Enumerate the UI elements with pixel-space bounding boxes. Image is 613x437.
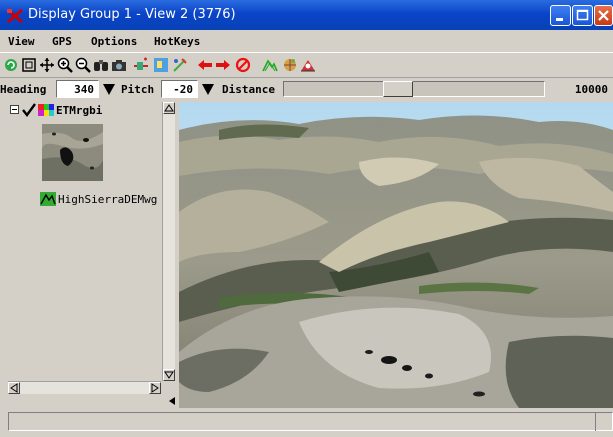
- app-icon: [7, 8, 23, 24]
- horizontal-scrollbar[interactable]: [8, 381, 161, 394]
- left-arrow-icon: [10, 383, 18, 393]
- layer-checkbox-icon[interactable]: [22, 103, 36, 117]
- heading-field[interactable]: 340: [56, 80, 99, 98]
- scroll-up-button[interactable]: [163, 102, 175, 114]
- scroll-left-button[interactable]: [8, 382, 20, 394]
- minimize-icon: [556, 18, 563, 21]
- close-icon: [598, 10, 609, 21]
- status-bar: [8, 412, 613, 431]
- up-arrow-icon: [164, 104, 174, 112]
- layer-thumbnail: [42, 124, 103, 181]
- layer-label[interactable]: HighSierraDEMwg: [58, 193, 157, 206]
- globe-icon[interactable]: [282, 57, 298, 73]
- distance-slider-thumb[interactable]: [382, 81, 413, 97]
- binoculars-icon[interactable]: [93, 57, 109, 73]
- rgb-raster-icon: [38, 104, 54, 116]
- pitch-field[interactable]: -20: [161, 80, 198, 98]
- menu-hotkeys[interactable]: HotKeys: [154, 35, 200, 48]
- window-title: Display Group 1 - View 2 (3776): [28, 7, 236, 22]
- menu-options[interactable]: Options: [91, 35, 137, 48]
- add-layer-icon[interactable]: [133, 57, 149, 73]
- layer-label[interactable]: ETMrgbi: [56, 104, 102, 117]
- toolbar: [0, 52, 613, 78]
- maximize-button[interactable]: [572, 5, 593, 26]
- minus-icon: [12, 109, 17, 110]
- viewer-icon[interactable]: [300, 57, 316, 73]
- terrain-icon[interactable]: [262, 57, 278, 73]
- terrain-3d-view[interactable]: [179, 102, 613, 408]
- zoom-out-icon[interactable]: [75, 57, 91, 73]
- maximize-icon: [576, 9, 589, 21]
- menu-bar: View GPS Options HotKeys: [0, 30, 613, 52]
- menu-gps[interactable]: GPS: [52, 35, 72, 48]
- zoom-in-icon[interactable]: [57, 57, 73, 73]
- scroll-right-button[interactable]: [149, 382, 161, 394]
- tool-icon[interactable]: [172, 57, 188, 73]
- back-arrow-icon[interactable]: [197, 57, 213, 73]
- full-view-icon[interactable]: [21, 57, 37, 73]
- view-controls: Heading 340 Pitch -20 Distance 10000: [0, 79, 613, 101]
- right-arrow-icon: [151, 383, 159, 393]
- camera-icon[interactable]: [111, 57, 127, 73]
- scroll-down-button[interactable]: [163, 369, 175, 381]
- distance-label: Distance: [222, 83, 275, 96]
- forward-arrow-icon[interactable]: [215, 57, 231, 73]
- menu-view[interactable]: View: [8, 35, 35, 48]
- down-arrow-icon: [164, 371, 174, 379]
- pan-icon[interactable]: [39, 57, 55, 73]
- distance-value: 10000: [549, 80, 613, 98]
- heading-dropdown-icon[interactable]: [101, 81, 117, 97]
- vertical-scrollbar[interactable]: [162, 102, 175, 381]
- collapse-toggle[interactable]: [10, 105, 19, 114]
- redraw-icon[interactable]: [3, 57, 19, 73]
- status-divider: [595, 412, 596, 431]
- dem-layer-icon: [40, 192, 56, 206]
- minimize-button[interactable]: [550, 5, 571, 26]
- heading-label: Heading: [0, 83, 47, 96]
- stop-icon[interactable]: [235, 57, 251, 73]
- distance-slider[interactable]: [283, 81, 545, 97]
- pitch-label: Pitch: [121, 83, 155, 96]
- pitch-dropdown-icon[interactable]: [200, 81, 216, 97]
- layer-manager-icon[interactable]: [153, 57, 169, 73]
- panel-sash-icon[interactable]: [168, 397, 176, 405]
- close-button[interactable]: [594, 5, 613, 26]
